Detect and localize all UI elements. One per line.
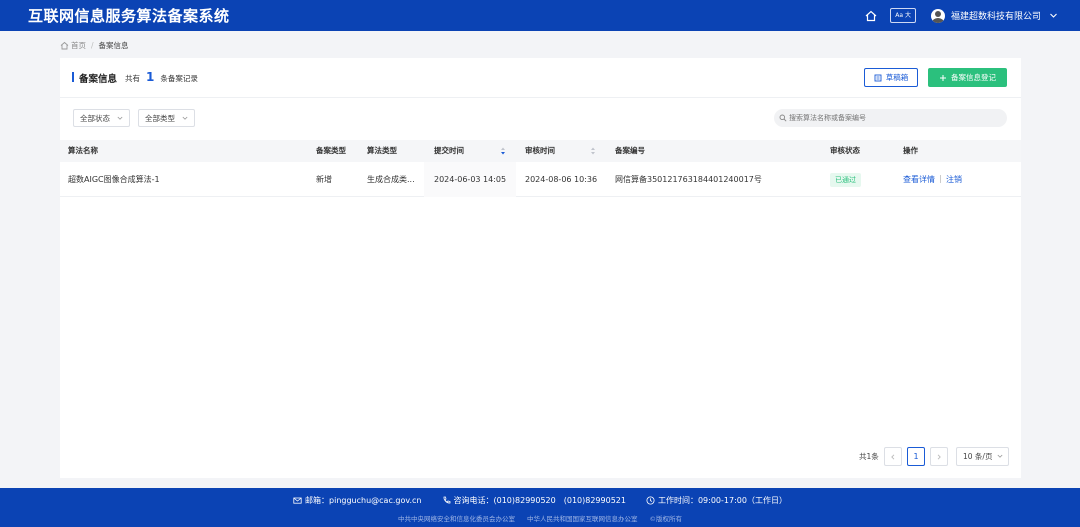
chevron-down-icon [997, 454, 1003, 458]
chevron-right-icon [937, 453, 941, 460]
next-page-button[interactable] [930, 447, 948, 466]
draft-icon [874, 74, 882, 81]
column-header: 审核状态 [830, 146, 860, 155]
prev-page-button[interactable] [884, 447, 902, 466]
page-number-button[interactable]: 1 [907, 447, 925, 466]
cell-algorithm-type: 生成合成类... [367, 175, 415, 184]
filing-list-card: 备案信息 共有 1 条备案记录 草稿箱 备案信息登记 全部状态 全部类型 搜索算… [60, 58, 1021, 478]
draft-box-button[interactable]: 草稿箱 [864, 68, 918, 87]
cancel-filing-link[interactable]: 注销 [946, 175, 962, 184]
add-filing-label: 备案信息登记 [951, 73, 996, 82]
page-size-select[interactable]: 10 条/页 [956, 447, 1009, 466]
search-input[interactable] [774, 109, 1007, 127]
card-title: 备案信息 [79, 74, 118, 85]
footer-email: 邮箱：pingguchu@cac.gov.cn [293, 495, 422, 506]
cell-submit-time: 2024-06-03 14:05 [434, 175, 507, 184]
add-filing-button[interactable]: 备案信息登记 [928, 68, 1007, 87]
home-icon[interactable] [864, 9, 878, 23]
footer-hours: 工作时间：09:00-17:00（工作日） [646, 495, 787, 506]
type-filter-select[interactable]: 全部类型 [138, 109, 195, 127]
chevron-down-icon[interactable] [1049, 11, 1058, 20]
footer-copyright-text: ©版权所有 [649, 515, 683, 523]
footer-contact: 邮箱：pingguchu@cac.gov.cn 咨询电话：(010)829905… [0, 495, 1080, 506]
count-number: 1 [146, 70, 155, 84]
chevron-down-icon [117, 116, 123, 120]
search-icon [779, 114, 787, 122]
company-name[interactable]: 福建超数科技有限公司 [951, 9, 1041, 22]
mail-icon [293, 497, 302, 504]
column-header-sortable[interactable]: 提交时间 [434, 140, 464, 162]
view-detail-link[interactable]: 查看详情 [903, 175, 935, 184]
draft-box-label: 草稿箱 [885, 73, 909, 82]
footer-org-1: 中共中央网络安全和信息化委员会办公室 [398, 515, 515, 523]
footer-hours-text: 工作时间：09:00-17:00（工作日） [657, 496, 787, 505]
sort-icon[interactable] [590, 146, 596, 156]
page-footer: 邮箱：pingguchu@cac.gov.cn 咨询电话：(010)829905… [0, 488, 1080, 527]
chevron-left-icon [891, 453, 895, 460]
table-row: 超数AIGC图像合成算法-1 新增 生成合成类... 2024-06-03 14… [60, 162, 1021, 197]
footer-phone: 咨询电话：(010)82990520 (010)82990521 [442, 495, 626, 506]
count-prefix: 共有 [125, 74, 140, 83]
status-badge: 已通过 [830, 173, 861, 187]
title-accent-bar [72, 72, 74, 82]
top-header: 互联网信息服务算法备案系统 Aa 大 福建超数科技有限公司 [0, 0, 1080, 31]
count-suffix: 条备案记录 [160, 74, 198, 83]
cell-filing-type: 新增 [316, 175, 332, 184]
record-count: 共有 1 条备案记录 [125, 70, 198, 84]
page-size-value: 10 条/页 [963, 452, 993, 461]
plus-icon [940, 74, 946, 81]
system-title: 互联网信息服务算法备案系统 [28, 7, 230, 25]
cell-filing-number: 网信算备350121763184401240017号 [615, 175, 762, 184]
breadcrumb-home[interactable]: 首页 [71, 40, 86, 51]
sort-icon[interactable] [500, 146, 506, 156]
footer-phone-text: 咨询电话：(010)82990520 (010)82990521 [453, 496, 626, 505]
breadcrumb: 首页 / 备案信息 [60, 39, 129, 51]
footer-email-text: 邮箱：pingguchu@cac.gov.cn [305, 496, 422, 505]
font-size-toggle[interactable]: Aa 大 [890, 8, 916, 23]
clock-icon [646, 496, 655, 505]
footer-org-2: 中华人民共和国国家互联网信息办公室 [527, 515, 638, 523]
phone-icon [443, 496, 450, 504]
card-header: 备案信息 共有 1 条备案记录 草稿箱 备案信息登记 [60, 58, 1021, 98]
breadcrumb-current: 备案信息 [98, 40, 129, 50]
cell-algorithm-name: 超数AIGC图像合成算法-1 [68, 175, 160, 184]
column-header: 算法名称 [68, 146, 98, 155]
pagination-total: 共1条 [859, 452, 879, 461]
status-filter-value: 全部状态 [80, 113, 110, 123]
cell-actions: 查看详情 注销 [903, 162, 962, 197]
cell-review-time: 2024-08-06 10:36 [525, 175, 598, 184]
column-header: 备案类型 [316, 146, 346, 155]
column-header: 操作 [903, 146, 918, 155]
avatar[interactable] [930, 8, 945, 23]
breadcrumb-separator: / [91, 40, 94, 50]
header-actions: Aa 大 福建超数科技有限公司 [864, 0, 1058, 31]
column-header: 算法类型 [367, 146, 397, 155]
footer-copyright: 中共中央网络安全和信息化委员会办公室 中华人民共和国国家互联网信息办公室 ©版权… [0, 513, 1080, 523]
column-header: 备案编号 [615, 146, 645, 155]
column-header-sortable[interactable]: 审核时间 [525, 140, 555, 162]
chevron-down-icon [182, 116, 188, 120]
status-filter-select[interactable]: 全部状态 [73, 109, 130, 127]
action-divider [940, 175, 941, 183]
type-filter-value: 全部类型 [145, 113, 175, 123]
home-icon[interactable] [60, 41, 69, 50]
table-header: 算法名称 备案类型 算法类型 提交时间 审核时间 备案编号 审核状态 操作 [60, 140, 1021, 162]
